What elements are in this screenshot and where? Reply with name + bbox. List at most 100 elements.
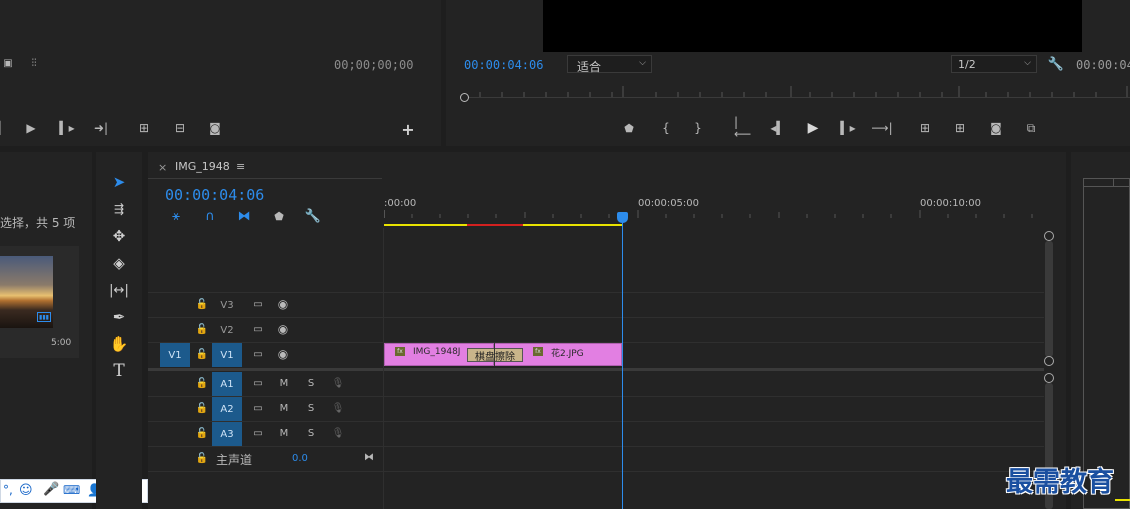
ripple-edit-tool-icon[interactable]: ✥ [107,224,131,248]
solo-button[interactable]: S [305,427,317,439]
compare-view-icon[interactable]: ⧉ [1020,121,1042,135]
selection-tool-icon[interactable]: ➤ [107,170,131,194]
track-header-v3[interactable]: 🔓 V3 ▭ ◉ [148,293,384,317]
master-volume-value[interactable]: 0.0 [292,453,308,464]
track-header-v2[interactable]: 🔓 V2 ▭ ◉ [148,318,384,342]
track-header-master[interactable]: 🔓 主声道 0.0 ⧓ [148,447,384,471]
go-to-in-out-icon[interactable]: ⧓ [362,451,376,463]
track-header-a2[interactable]: 🔓 A2 ▭ M S 🎙 [148,397,384,421]
track-target-v2[interactable]: V2 [212,318,242,342]
track-select-tool-icon[interactable]: ⇶ [107,197,131,221]
eye-icon[interactable]: ◉ [276,297,290,311]
lock-icon[interactable]: 🔓 [196,348,208,360]
mark-out-icon[interactable]: } [691,121,705,135]
emoji-icon[interactable]: ☺ [19,483,33,498]
source-patch-v1[interactable]: V1 [160,343,190,367]
add-button[interactable]: + [400,122,416,138]
wrench-icon[interactable]: 🔧 [1048,56,1064,72]
step-forward-icon[interactable]: ▍▸ [839,121,857,135]
track-target-a1[interactable]: A1 [212,372,242,396]
sync-lock-icon[interactable]: ▭ [251,427,265,439]
track-target-v3[interactable]: V3 [212,293,242,317]
step-back-icon[interactable]: ▏ [0,121,9,135]
type-tool-icon[interactable]: T [107,359,131,383]
transition-checkerboard-wipe[interactable]: 棋盘擦除 [467,348,523,363]
program-scrub-ruler[interactable] [460,84,1130,106]
insert-icon[interactable]: ⊞ [134,121,154,135]
mute-button[interactable]: M [278,402,290,414]
add-marker-icon[interactable]: ⬟ [271,208,287,224]
mute-button[interactable]: M [278,427,290,439]
wrench-icon[interactable]: 🔧 [305,208,321,224]
step-back-icon[interactable]: ◂▍ [769,121,787,135]
snap-icon[interactable]: ∩ [202,208,218,224]
marker-icon[interactable]: ▣ [0,57,16,71]
timeline-tab-close[interactable]: × [158,161,167,174]
project-item-card[interactable]: ▮▮▮ 5:00 [0,246,79,358]
track-target-a3[interactable]: A3 [212,422,242,446]
lock-icon[interactable]: 🔓 [196,427,208,439]
go-to-in-icon[interactable]: |⟵ [734,116,752,140]
solo-button[interactable]: S [305,402,317,414]
fit-dropdown[interactable]: 适合 ⌵ [567,55,652,74]
render-bar-red [467,224,523,226]
timeline-tab-menu[interactable]: ≡ [236,160,245,173]
slip-tool-icon[interactable]: |↔| [107,278,131,302]
microphone-icon[interactable]: 🎙 [332,376,345,390]
pen-tool-icon[interactable]: ✒ [107,305,131,329]
microphone-icon[interactable]: 🎙 [332,401,345,415]
lock-icon[interactable]: 🔓 [196,452,208,464]
extract-icon[interactable]: ⊞ [949,121,971,135]
lock-icon[interactable]: 🔓 [196,402,208,414]
track-target-v1[interactable]: V1 [212,343,242,367]
export-frame-icon[interactable]: ◙ [987,121,1005,135]
track-header-a3[interactable]: 🔓 A3 ▭ M S 🎙 [148,422,384,446]
track-header-v1[interactable]: V1 🔓 V1 ▭ ◉ [148,343,384,367]
overwrite-icon[interactable]: ⊟ [170,121,190,135]
resolution-dropdown[interactable]: 1/2 ⌵ [951,55,1037,73]
eye-icon[interactable]: ◉ [276,347,290,361]
sync-lock-icon[interactable]: ▭ [251,402,265,414]
nest-sequence-icon[interactable]: ⚹ [168,208,184,224]
solo-button[interactable]: S [305,377,317,389]
timeline-playhead-handle[interactable] [617,212,628,223]
mark-in-icon[interactable]: { [659,121,673,135]
punctuation-icon[interactable]: °, [3,483,13,497]
track-target-a2[interactable]: A2 [212,397,242,421]
scroll-handle-top[interactable] [1044,373,1054,383]
sync-lock-icon[interactable]: ▭ [251,298,265,310]
eye-icon[interactable]: ◉ [276,322,290,336]
scroll-handle-top[interactable] [1044,231,1054,241]
microphone-icon[interactable]: 🎙 [332,426,345,440]
go-to-out-icon[interactable]: ➜| [92,121,110,135]
linked-selection-icon[interactable]: ⧓ [236,208,252,224]
go-to-out-icon[interactable]: ⟶| [871,121,892,135]
timeline-tab-title[interactable]: IMG_1948 [175,160,230,173]
sync-lock-icon[interactable]: ▭ [251,323,265,335]
play-icon[interactable]: ▶ [804,120,822,136]
microphone-icon[interactable]: 🎤 [43,482,59,497]
program-timecode[interactable]: 00:00:04:06 [464,58,543,72]
export-frame-icon[interactable]: ◙ [206,121,224,135]
waveform-icon[interactable]: ⫶⫶ [24,57,44,71]
lock-icon[interactable]: 🔓 [196,298,208,310]
timeline-timecode[interactable]: 00:00:04:06 [165,186,264,204]
keyboard-icon[interactable]: ⌨ [63,483,80,497]
sync-lock-icon[interactable]: ▭ [251,348,265,360]
add-marker-icon[interactable]: ⬟ [622,121,636,135]
video-scrollbar[interactable] [1044,228,1054,368]
lift-icon[interactable]: ⊞ [914,121,936,135]
ruler-label: :00:00 [384,198,417,209]
mute-button[interactable]: M [278,377,290,389]
source-timecode[interactable]: 00;00;00;00 [334,58,414,72]
razor-tool-icon[interactable]: ◈ [107,251,131,275]
sync-lock-icon[interactable]: ▭ [251,377,265,389]
scroll-track[interactable] [1045,241,1053,357]
step-forward-icon[interactable]: ▍▸ [58,121,76,135]
scroll-handle-bottom[interactable] [1044,356,1054,366]
lock-icon[interactable]: 🔓 [196,377,208,389]
play-icon[interactable]: ▶ [22,121,40,135]
lock-icon[interactable]: 🔓 [196,323,208,335]
hand-tool-icon[interactable]: ✋ [107,332,131,356]
track-header-a1[interactable]: 🔓 A1 ▭ M S 🎙 [148,372,384,396]
